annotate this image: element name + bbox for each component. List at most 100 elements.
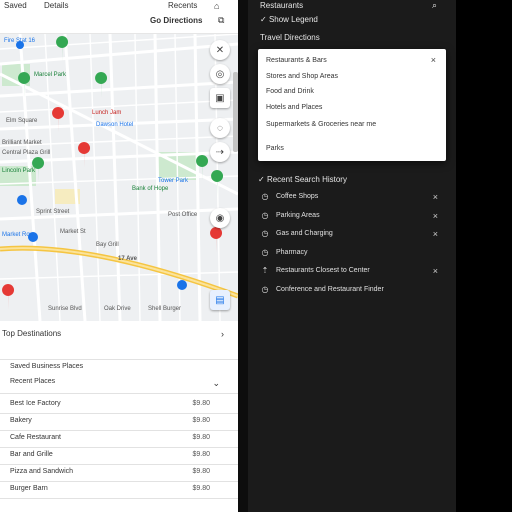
divider	[0, 359, 238, 360]
menu-item[interactable]: Hotels and Places	[266, 104, 322, 111]
right-edge	[456, 0, 512, 512]
history-item-label: Gas and Charging	[276, 230, 333, 237]
clock-icon: ◷	[261, 247, 269, 257]
clock-icon: ◷	[261, 229, 269, 238]
list-item-name: Bakery	[10, 417, 32, 424]
map-label[interactable]: Market Row	[2, 232, 34, 239]
map-label[interactable]: Lincoln Park	[2, 168, 35, 175]
recents-tab[interactable]: Recents	[168, 1, 197, 10]
map-label[interactable]: Central Plaza Grill	[2, 150, 50, 157]
map-label[interactable]: Elm Square	[6, 118, 37, 125]
map-label[interactable]: Lunch Jam	[92, 110, 121, 117]
divider	[0, 498, 238, 499]
map-label[interactable]: Post Office	[168, 212, 197, 219]
search-icon[interactable]: ⌕	[432, 0, 437, 11]
menu-item[interactable]: Supermarkets & Groceries near me	[266, 121, 376, 128]
chevron-right-icon[interactable]: ›	[221, 329, 224, 339]
list-item-value: $9.80	[192, 434, 210, 441]
list-item-name: Best Ice Factory	[10, 400, 61, 407]
details-tab[interactable]: Details	[44, 1, 68, 10]
menu-item[interactable]: Stores and Shop Areas	[266, 73, 338, 80]
chevron-down-icon[interactable]: ⌄	[212, 378, 220, 389]
location-icon[interactable]: ◎	[210, 64, 230, 84]
right-header: Restaurants	[260, 1, 304, 10]
panel-gutter	[238, 0, 248, 512]
map-label[interactable]: Fire Stat 16	[4, 38, 35, 45]
map-label[interactable]: Shell Burger	[148, 306, 181, 313]
legend-label: Show Legend	[268, 15, 318, 24]
section-title: Top Destinations	[2, 329, 62, 338]
close-icon[interactable]: ×	[431, 55, 436, 65]
close-icon[interactable]: ×	[433, 211, 438, 221]
close-icon[interactable]: ×	[433, 266, 438, 276]
legend-toggle[interactable]: ✓ Show Legend	[260, 15, 318, 24]
saved-tab[interactable]: Saved	[4, 1, 27, 10]
directions-button[interactable]: Go Directions	[150, 16, 202, 25]
list-item-value: $9.80	[192, 417, 210, 424]
list-item-value: $9.80	[192, 451, 210, 458]
clock-icon: ◷	[261, 210, 269, 220]
check-icon: ✓	[260, 15, 267, 24]
history-toggle[interactable]: ✓ Recent Search History	[258, 175, 347, 184]
transit-icon[interactable]: ▤	[210, 290, 230, 310]
divider	[0, 481, 238, 482]
map-label[interactable]: Bay Grill	[96, 242, 119, 249]
map-label[interactable]: Dawson Hotel	[96, 122, 133, 129]
history-label: Recent Search History	[266, 175, 347, 184]
history-item-label: Conference and Restaurant Finder	[276, 285, 384, 293]
sort-label: Recent Places	[10, 378, 56, 385]
divider	[0, 393, 238, 394]
map-view[interactable]: Fire Stat 16 Marcel Park Lunch Jam Elm S…	[0, 34, 238, 321]
street-view-icon[interactable]: ◌	[210, 118, 230, 138]
history-item[interactable]: ◷ Gas and Charging ×	[258, 229, 446, 243]
history-item[interactable]: ◷ Pharmacy	[258, 248, 446, 262]
menu-item[interactable]: Restaurants & Bars	[266, 57, 327, 64]
map-label[interactable]: Bank of Hope	[132, 186, 168, 193]
map-label[interactable]: Brilliant Market	[2, 140, 42, 147]
list-item-value: $9.80	[192, 485, 210, 492]
results-panel: Top Destinations › Saved Business Places…	[0, 321, 238, 512]
layers-icon[interactable]: ✕	[210, 40, 230, 60]
list-item-name: Burger Barn	[10, 485, 48, 492]
clock-icon: ◷	[261, 192, 269, 201]
divider	[0, 413, 238, 414]
menu-item[interactable]: Parks	[266, 145, 284, 152]
history-item[interactable]: ◷ Conference and Restaurant Finder	[258, 285, 446, 299]
history-item-label: Coffee Shops	[276, 193, 319, 200]
clock-icon: ◷	[261, 284, 269, 294]
divider	[0, 464, 238, 465]
history-item-label: Pharmacy	[276, 248, 308, 256]
close-icon[interactable]: ×	[433, 192, 438, 202]
list-header-label: Saved Business Places	[10, 363, 84, 370]
map-label[interactable]: Oak Drive	[104, 306, 131, 313]
bookmark-icon[interactable]: ⌂	[214, 1, 219, 11]
history-item[interactable]: ◷ Parking Areas ×	[258, 211, 446, 225]
compass-icon[interactable]: ▣	[210, 88, 230, 108]
history-item[interactable]: ◷ Coffee Shops ×	[258, 192, 446, 206]
divider	[0, 430, 238, 431]
map-label[interactable]: Sprint Street	[36, 209, 69, 216]
close-icon[interactable]: ×	[433, 229, 438, 239]
arrow-up-icon: ⇡	[261, 266, 269, 275]
list-item-name: Pizza and Sandwich	[10, 468, 74, 475]
menu-item[interactable]: Food and Drink	[266, 88, 314, 95]
list-item-name: Cafe Restaurant	[10, 434, 61, 441]
directions-icon[interactable]: ⇢	[210, 142, 230, 162]
left-top-bar: Saved Details Recents Go Directions ⌂ ⧉	[0, 0, 238, 34]
share-icon[interactable]: ⧉	[218, 15, 224, 26]
history-item[interactable]: ⇡ Restaurants Closest to Center ×	[258, 266, 446, 280]
eye-icon[interactable]: ◉	[210, 208, 230, 228]
map-label[interactable]: Tower Park	[158, 178, 188, 185]
road-label: 17 Ave	[118, 256, 137, 262]
check-icon: ✓	[258, 175, 265, 184]
category-menu: Restaurants & Bars Stores and Shop Areas F…	[258, 49, 446, 161]
list-item-name: Bar and Grille	[10, 451, 53, 458]
list-item-value: $9.80	[192, 468, 210, 475]
history-item-label: Parking Areas	[276, 211, 320, 219]
road-label: Market St	[60, 229, 86, 235]
map-label[interactable]: Marcel Park	[34, 72, 66, 79]
map-label[interactable]: Sunrise Blvd	[48, 306, 82, 313]
list-item-value: $9.80	[192, 400, 210, 407]
sub-header: Travel Directions	[260, 33, 320, 42]
divider	[0, 447, 238, 448]
